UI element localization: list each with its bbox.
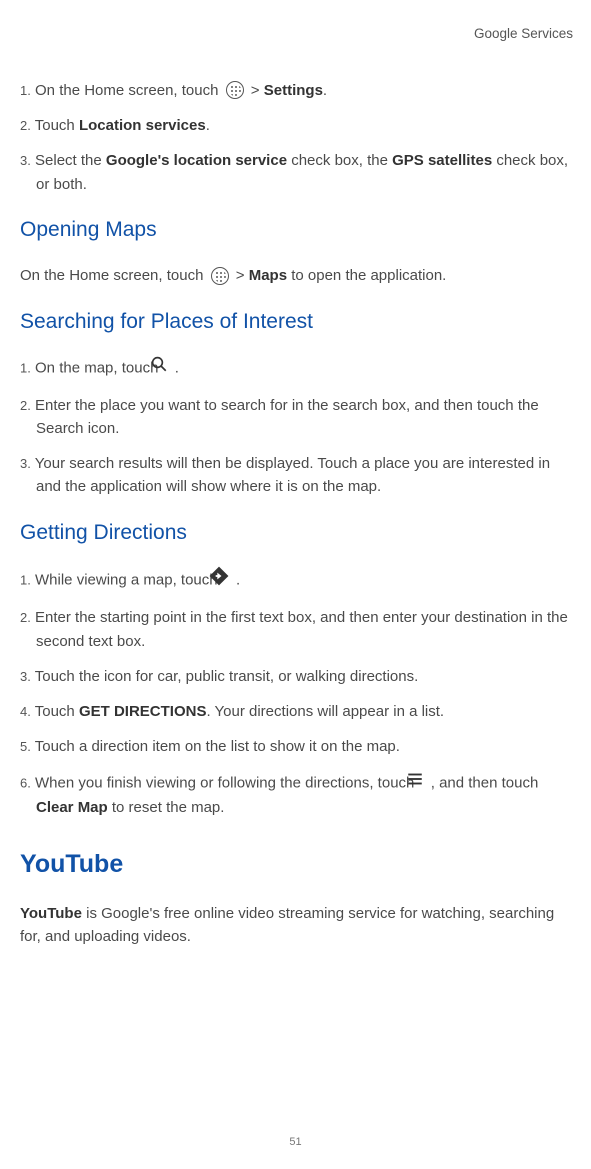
step-number: 1.: [20, 83, 31, 98]
bold-text: Clear Map: [36, 799, 108, 816]
search-icon: [166, 355, 168, 380]
directions-icon: [225, 566, 229, 593]
para-text: to open the application.: [287, 267, 446, 284]
chapter-header: Google Services: [20, 24, 573, 45]
step-text: While viewing a map, touch: [35, 572, 222, 589]
step-3-checkboxes: 3. Select the Google's location service …: [20, 149, 573, 196]
step-text: , and then touch: [431, 774, 539, 791]
dir-step-1: 1. While viewing a map, touch .: [20, 567, 573, 594]
bold-text: GPS satellites: [392, 152, 492, 169]
heading-youtube: YouTube: [20, 845, 573, 884]
step-text: . Your directions will appear in a list.: [206, 703, 444, 720]
step-text: Enter the starting point in the first te…: [35, 609, 568, 649]
bold-text: GET DIRECTIONS: [79, 703, 207, 720]
step-text: Select the: [35, 152, 106, 169]
search-step-2: 2. Enter the place you want to search fo…: [20, 394, 573, 441]
bold-text: YouTube: [20, 905, 82, 922]
para-text: is Google's free online video streaming …: [20, 905, 554, 945]
menu-icon: [422, 770, 424, 795]
step-1-home-settings: 1. On the Home screen, touch > Settings.: [20, 79, 573, 102]
heading-directions: Getting Directions: [20, 517, 573, 550]
step-number: 3.: [20, 153, 31, 168]
dir-step-5: 5. Touch a direction item on the list to…: [20, 735, 573, 758]
dir-step-6: 6. When you finish viewing or following …: [20, 771, 573, 820]
step-number: 1.: [20, 573, 31, 588]
step-text: Enter the place you want to search for i…: [35, 397, 539, 437]
bold-text: Settings: [264, 82, 323, 99]
step-text: .: [206, 117, 210, 134]
step-number: 4.: [20, 704, 31, 719]
step-text: Touch: [35, 117, 79, 134]
bold-text: Maps: [249, 267, 287, 284]
step-text: When you finish viewing or following the…: [35, 774, 419, 791]
step-text: >: [251, 82, 264, 99]
bold-text: Google's location service: [106, 152, 287, 169]
apps-icon: [226, 81, 244, 99]
para-text: >: [236, 267, 249, 284]
step-text: Touch the icon for car, public transit, …: [35, 668, 419, 685]
step-number: 2.: [20, 398, 31, 413]
youtube-para: YouTube is Google's free online video st…: [20, 902, 573, 949]
step-text: Touch: [35, 703, 79, 720]
step-text: to reset the map.: [108, 799, 225, 816]
step-text: .: [236, 572, 240, 589]
step-text: check box, the: [287, 152, 392, 169]
bold-text: Location services: [79, 117, 206, 134]
step-number: 6.: [20, 775, 31, 790]
step-number: 2.: [20, 118, 31, 133]
step-number: 3.: [20, 669, 31, 684]
step-text: Touch a direction item on the list to sh…: [35, 738, 400, 755]
step-number: 5.: [20, 739, 31, 754]
dir-step-2: 2. Enter the starting point in the first…: [20, 606, 573, 653]
step-number: 1.: [20, 361, 31, 376]
apps-icon: [211, 267, 229, 285]
opening-maps-text: On the Home screen, touch > Maps to open…: [20, 264, 573, 287]
heading-searching: Searching for Places of Interest: [20, 306, 573, 339]
step-number: 3.: [20, 456, 31, 471]
step-number: 2.: [20, 610, 31, 625]
search-step-1: 1. On the map, touch .: [20, 356, 573, 381]
step-text: .: [175, 360, 179, 377]
dir-step-3: 3. Touch the icon for car, public transi…: [20, 665, 573, 688]
step-text: Your search results will then be display…: [35, 455, 550, 495]
step-text: .: [323, 82, 327, 99]
step-2-location-services: 2. Touch Location services.: [20, 114, 573, 137]
page-number: 51: [0, 1134, 591, 1151]
para-text: On the Home screen, touch: [20, 267, 208, 284]
search-step-3: 3. Your search results will then be disp…: [20, 452, 573, 499]
heading-opening-maps: Opening Maps: [20, 214, 573, 247]
dir-step-4: 4. Touch GET DIRECTIONS. Your directions…: [20, 700, 573, 723]
step-text: On the Home screen, touch: [35, 82, 223, 99]
step-text: On the map, touch: [35, 360, 163, 377]
